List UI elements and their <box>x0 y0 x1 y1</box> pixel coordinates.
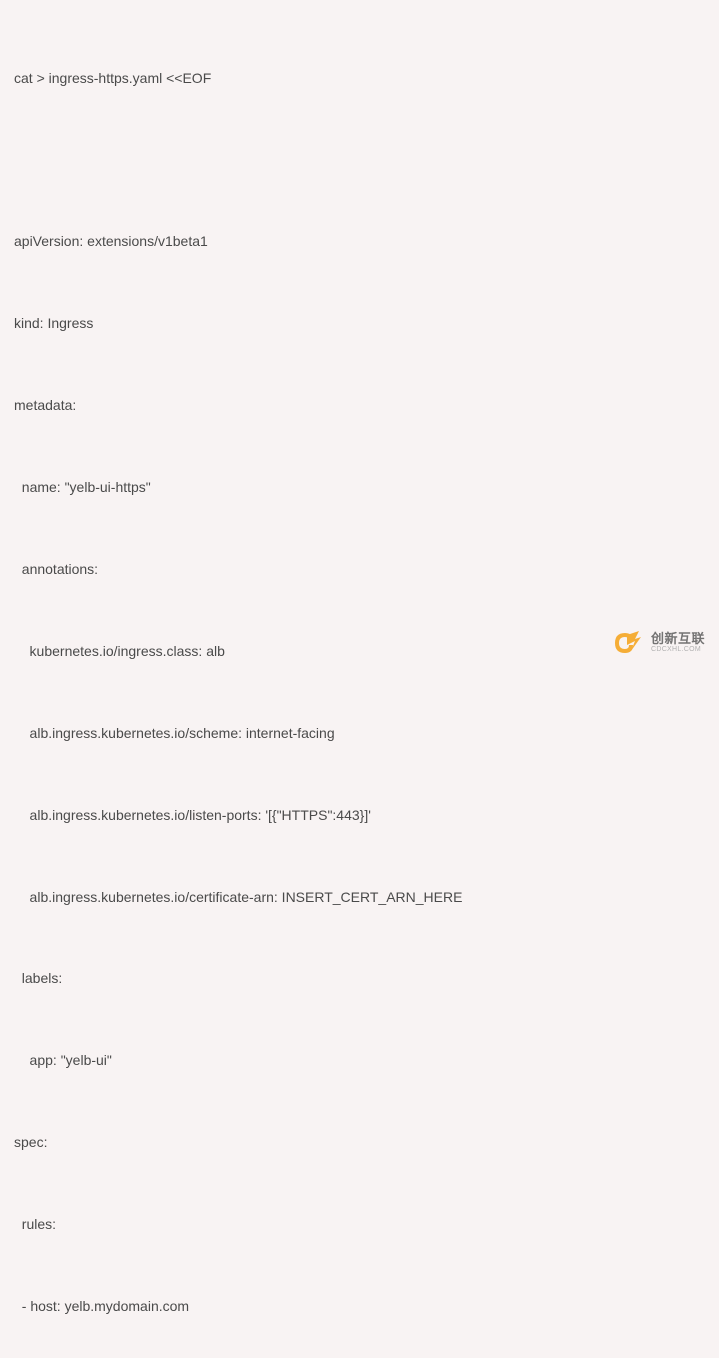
code-line: cat > ingress-https.yaml <<EOF <box>14 65 705 92</box>
code-line: kubernetes.io/ingress.class: alb <box>14 638 705 665</box>
watermark-text: 创新互联 CDCXHL.COM <box>651 632 705 654</box>
code-line: labels: <box>14 965 705 992</box>
code-line: spec: <box>14 1129 705 1156</box>
watermark-sub: CDCXHL.COM <box>651 646 705 654</box>
code-line: app: "yelb-ui" <box>14 1047 705 1074</box>
code-block: cat > ingress-https.yaml <<EOF apiVersio… <box>14 10 705 1358</box>
code-line: - host: yelb.mydomain.com <box>14 1293 705 1320</box>
code-line: alb.ingress.kubernetes.io/listen-ports: … <box>14 802 705 829</box>
code-line: apiVersion: extensions/v1beta1 <box>14 228 705 255</box>
code-line <box>14 146 705 173</box>
watermark: 创新互联 CDCXHL.COM <box>609 625 705 661</box>
code-line: kind: Ingress <box>14 310 705 337</box>
logo-icon <box>609 625 645 661</box>
code-line: rules: <box>14 1211 705 1238</box>
code-line: annotations: <box>14 556 705 583</box>
code-line: alb.ingress.kubernetes.io/certificate-ar… <box>14 884 705 911</box>
watermark-main: 创新互联 <box>651 632 705 646</box>
code-line: name: "yelb-ui-https" <box>14 474 705 501</box>
code-line: alb.ingress.kubernetes.io/scheme: intern… <box>14 720 705 747</box>
code-line: metadata: <box>14 392 705 419</box>
